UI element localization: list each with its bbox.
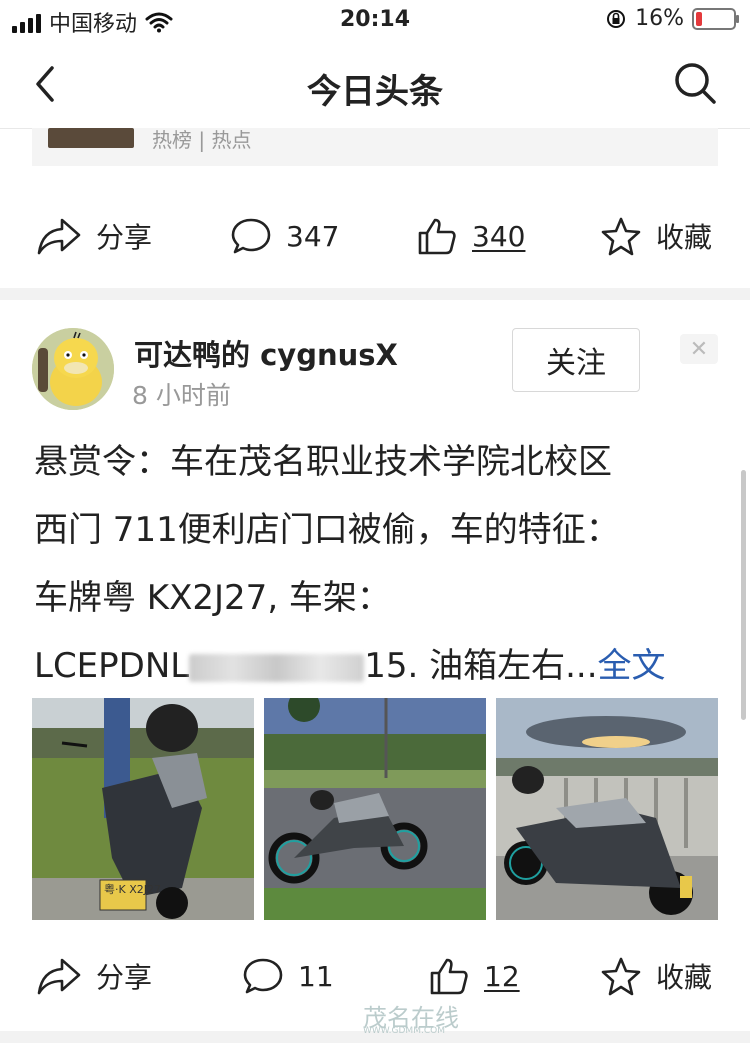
battery-icon	[692, 7, 739, 30]
motorcycle-photo-2-image	[264, 698, 486, 920]
post-text-line-2: 西门 711便利店门口被偷，车的特征：	[34, 510, 620, 550]
collect-button[interactable]: 收藏	[600, 196, 712, 276]
star-icon	[601, 957, 641, 996]
search-icon[interactable]	[672, 60, 718, 106]
post-share-button[interactable]: 分享	[36, 936, 152, 1016]
collect-label: 收藏	[656, 221, 713, 254]
post-text-line-4: LCEPDNL 15. 油箱左右...全文	[34, 632, 724, 700]
post-body[interactable]: 悬赏令：车在茂名职业技术学院北校区 西门 711便利店门口被偷，车的特征： 车牌…	[34, 428, 724, 700]
orientation-lock-icon	[607, 9, 626, 28]
feed-divider	[0, 288, 750, 300]
avatar[interactable]	[32, 328, 114, 410]
share-label: 分享	[96, 221, 153, 254]
previous-action-bar: 分享 347 340 收藏	[0, 196, 750, 276]
post-time: 8 小时前	[132, 381, 231, 410]
post-collect-button[interactable]: 收藏	[600, 936, 712, 1016]
vin-blurred-segment	[189, 653, 365, 682]
share-label: 分享	[96, 961, 153, 994]
share-icon	[37, 218, 81, 255]
vin-suffix: 15. 油箱左右...	[364, 646, 598, 686]
follow-button[interactable]: 关注	[512, 328, 640, 392]
like-count: 340	[472, 219, 526, 253]
motorcycle-photo-1-image: 粤·K X2J27	[32, 698, 254, 920]
comment-icon	[231, 218, 271, 254]
psyduck-avatar-image	[32, 328, 114, 410]
page-title: 今日头条	[307, 72, 443, 112]
comment-icon	[243, 958, 283, 994]
plate-text: 粤·K X2J27	[104, 882, 161, 896]
motorcycle-photo-1[interactable]: 粤·K X2J27	[32, 698, 254, 920]
close-icon: ✕	[689, 336, 709, 362]
comment-count: 11	[298, 959, 334, 993]
author-name[interactable]: 可达鸭的 cygnusX	[134, 332, 398, 374]
post-text-line-3: 车牌粤 KX2J27, 车架：	[34, 578, 391, 618]
photo-grid: 粤·K X2J27	[32, 698, 718, 920]
watermark-url: WWW.GDMM.COM	[363, 1026, 445, 1036]
battery-percent: 16%	[635, 6, 684, 31]
motorcycle-photo-3[interactable]	[496, 698, 718, 920]
status-bar: 中国移动 20:14 16%	[0, 0, 750, 40]
battery-level-fill	[696, 11, 702, 26]
motorcycle-photo-3-image	[496, 698, 718, 920]
share-button[interactable]: 分享	[36, 196, 152, 276]
post-header: 可达鸭的 cygnusX 8 小时前 关注 ✕	[0, 320, 750, 420]
dismiss-button[interactable]: ✕	[680, 334, 718, 364]
previous-card-meta: 热榜 | 热点	[152, 128, 252, 152]
full-text-link[interactable]: 全文	[598, 646, 666, 686]
like-count: 12	[484, 959, 520, 993]
comment-count: 347	[286, 219, 340, 253]
site-watermark: 茂名在线 WWW.GDMM.COM	[285, 998, 485, 1038]
thumbs-up-icon	[418, 218, 456, 255]
like-button[interactable]: 340	[416, 196, 525, 276]
star-icon	[601, 217, 641, 256]
status-right: 16%	[605, 6, 739, 31]
previous-card-thumbnail	[48, 128, 134, 148]
collect-label: 收藏	[656, 961, 713, 994]
previous-card-footer[interactable]: 热榜 | 热点	[32, 128, 718, 166]
scrollbar[interactable]	[741, 470, 746, 720]
comment-button[interactable]: 347	[230, 196, 339, 276]
post-text-line-1: 悬赏令：车在茂名职业技术学院北校区	[34, 442, 612, 482]
thumbs-up-icon	[430, 958, 468, 995]
vin-prefix: LCEPDNL	[34, 646, 190, 686]
share-icon	[37, 958, 81, 995]
top-nav-bar: 今日头条	[0, 40, 750, 129]
motorcycle-photo-2[interactable]	[264, 698, 486, 920]
